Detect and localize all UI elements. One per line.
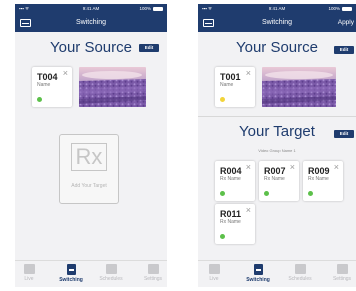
tab-label: Schedules xyxy=(99,276,123,282)
tab-bar: Live Switching Schedules Settings xyxy=(198,260,356,287)
settings-icon xyxy=(336,264,348,274)
target-card-id: R004 xyxy=(220,166,242,176)
target-card-name: Rx Name xyxy=(220,219,241,225)
schedules-icon xyxy=(105,264,117,274)
close-icon[interactable]: × xyxy=(290,163,295,172)
tab-label: Switching xyxy=(246,277,270,283)
nav-bar: Switching Apply xyxy=(198,14,356,32)
source-edit-button[interactable]: Edit xyxy=(334,46,354,54)
source-card[interactable]: T004 Name × xyxy=(32,67,72,107)
status-dot xyxy=(308,191,313,196)
status-bar: ▪▪▪ ᯤ 9:41 AM 100% xyxy=(15,4,167,14)
battery-indicator: 100% xyxy=(139,6,163,11)
tab-settings[interactable]: Settings xyxy=(141,264,165,282)
close-icon[interactable]: × xyxy=(246,69,251,78)
nav-bar: Switching xyxy=(15,14,167,32)
tab-switching[interactable]: Switching xyxy=(59,264,83,283)
rx-placeholder-icon: Rx xyxy=(71,143,107,171)
target-card-id: R007 xyxy=(264,166,286,176)
tab-switching[interactable]: Switching xyxy=(246,264,270,283)
status-dot xyxy=(264,191,269,196)
close-icon[interactable]: × xyxy=(246,206,251,215)
status-dot xyxy=(220,191,225,196)
tab-bar: Live Switching Schedules Settings xyxy=(15,260,167,287)
target-edit-button[interactable]: Edit xyxy=(334,130,354,138)
switching-icon xyxy=(253,264,263,275)
close-icon[interactable]: × xyxy=(246,163,251,172)
section-divider xyxy=(198,116,356,117)
tab-label: Settings xyxy=(332,276,352,282)
source-edit-button[interactable]: Edit xyxy=(139,44,159,52)
apply-button[interactable]: Apply xyxy=(338,19,354,26)
video-group-label: Video Group Name 1 xyxy=(258,148,296,153)
battery-icon xyxy=(342,6,352,11)
schedules-icon xyxy=(294,264,306,274)
target-section-title: Your Target xyxy=(239,123,315,140)
nav-title: Switching xyxy=(76,19,106,26)
target-card-name: Rx Name xyxy=(264,176,285,182)
add-target-button[interactable]: Rx Add Your Target xyxy=(59,134,119,204)
source-card-name: Name xyxy=(220,82,234,88)
target-card-name: Rx Name xyxy=(220,176,241,182)
phone-screen-source-only: ▪▪▪ ᯤ 9:41 AM 100% Switching Your Source… xyxy=(15,4,167,287)
tab-settings[interactable]: Settings xyxy=(330,264,354,282)
tab-live[interactable]: Live xyxy=(17,264,41,282)
status-dot xyxy=(37,97,42,102)
target-card[interactable]: R007 Rx Name × xyxy=(259,161,299,201)
tab-label: Switching xyxy=(59,277,83,283)
target-card[interactable]: R004 Rx Name × xyxy=(215,161,255,201)
status-bar: ▪▪▪ ᯤ 9:41 AM 100% xyxy=(198,4,356,14)
close-icon[interactable]: × xyxy=(334,163,339,172)
status-dot xyxy=(220,97,225,102)
source-section-title: Your Source xyxy=(235,39,318,56)
tab-label: Live xyxy=(24,276,34,282)
source-card-id: T001 xyxy=(220,72,241,82)
battery-percent: 100% xyxy=(139,6,151,11)
battery-icon xyxy=(153,6,163,11)
switching-icon xyxy=(66,264,76,275)
nav-title: Switching xyxy=(262,19,292,26)
target-card-id: R011 xyxy=(220,209,242,219)
target-card-id: R009 xyxy=(308,166,330,176)
live-icon xyxy=(208,264,220,274)
source-preview-image xyxy=(262,67,336,107)
tab-label: Settings xyxy=(143,276,163,282)
status-dot xyxy=(220,234,225,239)
target-card[interactable]: R011 Rx Name × xyxy=(215,204,255,244)
settings-icon xyxy=(147,264,159,274)
battery-indicator: 100% xyxy=(328,6,352,11)
tab-schedules[interactable]: Schedules xyxy=(288,264,312,282)
battery-percent: 100% xyxy=(328,6,340,11)
source-card[interactable]: T001 Name × xyxy=(215,67,255,107)
target-card[interactable]: R009 Rx Name × xyxy=(303,161,343,201)
tab-schedules[interactable]: Schedules xyxy=(99,264,123,282)
add-target-label: Add Your Target xyxy=(71,183,107,189)
source-card-name: Name xyxy=(37,82,51,88)
source-card-id: T004 xyxy=(37,72,58,82)
target-card-name: Rx Name xyxy=(308,176,329,182)
live-icon xyxy=(23,264,35,274)
tab-live[interactable]: Live xyxy=(202,264,226,282)
phone-screen-source-and-target: ▪▪▪ ᯤ 9:41 AM 100% Switching Apply Your … xyxy=(198,4,356,287)
source-preview-image xyxy=(79,67,146,107)
tab-label: Live xyxy=(209,276,219,282)
tab-label: Schedules xyxy=(288,276,312,282)
close-icon[interactable]: × xyxy=(63,69,68,78)
